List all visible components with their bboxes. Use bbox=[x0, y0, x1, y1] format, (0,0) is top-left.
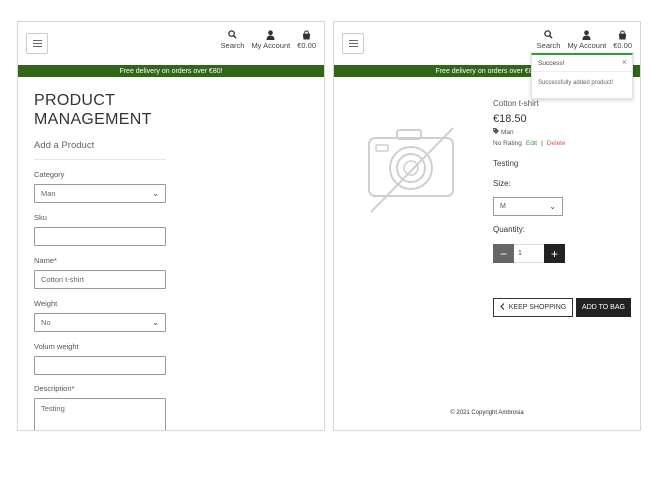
category-select[interactable]: Man ⌄ bbox=[34, 184, 166, 203]
keep-shopping-button[interactable]: KEEP SHOPPING bbox=[493, 298, 573, 317]
toast-divider bbox=[532, 71, 632, 72]
size-select[interactable]: M ⌄ bbox=[493, 197, 563, 216]
delivery-banner: Free delivery on orders over €80! bbox=[18, 65, 324, 77]
chevron-left-icon bbox=[499, 303, 505, 312]
success-toast: Success! × Successfully added product! bbox=[531, 53, 633, 99]
chevron-down-icon: ⌄ bbox=[152, 318, 159, 327]
chevron-down-icon: ⌄ bbox=[152, 189, 159, 198]
shopping-bag-icon bbox=[618, 29, 627, 40]
search-label: Search bbox=[536, 41, 561, 50]
sku-input[interactable] bbox=[34, 227, 166, 246]
search-link[interactable]: Search bbox=[536, 29, 561, 50]
quantity-label: Quantity: bbox=[493, 225, 526, 234]
divider bbox=[34, 159, 166, 160]
bag-link[interactable]: €0.00 bbox=[613, 29, 632, 50]
menu-toggle-button[interactable] bbox=[26, 33, 48, 54]
product-category: Man bbox=[501, 128, 514, 136]
weight-select[interactable]: No ⌄ bbox=[34, 313, 166, 332]
bag-total: €0.00 bbox=[297, 41, 316, 50]
rating-admin-row: No Rating Edit | Delete bbox=[493, 140, 566, 147]
hamburger-line bbox=[348, 43, 358, 44]
volum-weight-label: Volum weight bbox=[34, 342, 79, 351]
form-subtitle: Add a Product bbox=[34, 140, 95, 151]
product-management-panel: Search My Account €0.00 Free delivery on… bbox=[17, 21, 325, 431]
chevron-down-icon: ⌄ bbox=[549, 202, 556, 211]
menu-toggle-button[interactable] bbox=[342, 33, 364, 54]
hamburger-line bbox=[32, 46, 42, 47]
decrement-button[interactable]: − bbox=[493, 244, 514, 263]
my-account-label: My Account bbox=[251, 41, 291, 50]
hamburger-line bbox=[348, 46, 358, 47]
user-icon bbox=[582, 29, 591, 40]
product-description: Testing bbox=[493, 159, 519, 168]
edit-link[interactable]: Edit bbox=[526, 140, 537, 147]
weight-label: Weight bbox=[34, 299, 58, 308]
user-icon bbox=[266, 29, 275, 40]
name-label: Name* bbox=[34, 256, 57, 265]
search-icon bbox=[544, 29, 553, 40]
close-icon[interactable]: × bbox=[622, 57, 627, 67]
header-nav: Search My Account €0.00 bbox=[537, 29, 632, 50]
product-name: Cotton t-shirt bbox=[493, 99, 539, 108]
delete-link[interactable]: Delete bbox=[547, 140, 566, 147]
description-label: Description* bbox=[34, 384, 75, 393]
volum-weight-input[interactable] bbox=[34, 356, 166, 375]
category-label: Category bbox=[34, 170, 65, 179]
search-label: Search bbox=[220, 41, 245, 50]
product-category-link[interactable]: Man bbox=[493, 128, 514, 136]
separator: | bbox=[541, 140, 543, 147]
add-to-bag-button[interactable]: ADD TO BAG bbox=[576, 298, 631, 317]
footer-copyright: © 2021 Copyright Ambrosia bbox=[450, 410, 524, 416]
keep-shopping-label: KEEP SHOPPING bbox=[508, 304, 567, 311]
size-value: M bbox=[500, 203, 506, 210]
shopping-bag-icon bbox=[302, 29, 311, 40]
rating-text: No Rating bbox=[493, 140, 522, 147]
my-account-link[interactable]: My Account bbox=[251, 29, 290, 50]
bag-link[interactable]: €0.00 bbox=[297, 29, 316, 50]
category-value: Man bbox=[41, 189, 56, 198]
header-nav: Search My Account €0.00 bbox=[221, 29, 316, 50]
name-input[interactable]: Cotton t-shirt bbox=[34, 270, 166, 289]
hamburger-line bbox=[32, 43, 42, 44]
quantity-input[interactable]: 1 bbox=[514, 244, 544, 263]
product-price: €18.50 bbox=[493, 113, 527, 125]
page-title: PRODUCT MANAGEMENT bbox=[34, 92, 152, 128]
description-textarea[interactable]: Testing bbox=[34, 398, 166, 430]
bag-total: €0.00 bbox=[613, 41, 632, 50]
sku-label: Sku bbox=[34, 213, 47, 222]
my-account-link[interactable]: My Account bbox=[567, 29, 606, 50]
hamburger-line bbox=[32, 40, 42, 41]
size-label: Size: bbox=[493, 179, 511, 188]
increment-button[interactable]: + bbox=[544, 244, 565, 263]
tag-icon bbox=[493, 128, 499, 136]
search-icon bbox=[228, 29, 237, 40]
toast-title: Success! bbox=[538, 60, 565, 67]
product-detail-panel: Search My Account €0.00 Free delivery on… bbox=[333, 21, 641, 431]
weight-value: No bbox=[41, 318, 51, 327]
no-image-camera-icon bbox=[367, 122, 457, 214]
toast-message: Successfully added product! bbox=[538, 80, 614, 86]
my-account-label: My Account bbox=[567, 41, 607, 50]
search-link[interactable]: Search bbox=[220, 29, 245, 50]
hamburger-line bbox=[348, 40, 358, 41]
